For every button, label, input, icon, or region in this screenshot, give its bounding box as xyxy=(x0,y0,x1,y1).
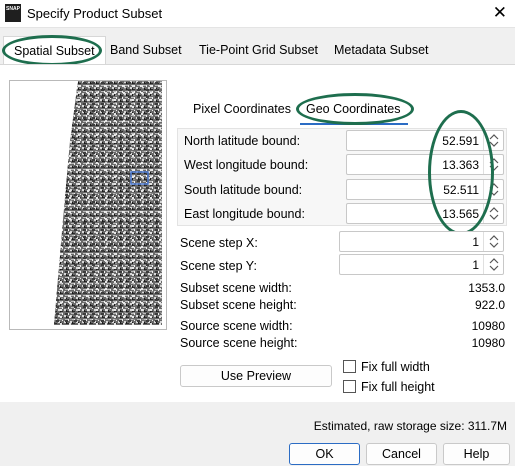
tab-geo-coordinates[interactable]: Geo Coordinates xyxy=(306,102,401,116)
spinner-icon[interactable] xyxy=(483,232,503,251)
east-longitude-field[interactable]: 13.565 xyxy=(346,203,504,224)
subset-height-value: 922.0 xyxy=(474,298,505,312)
spinner-icon[interactable] xyxy=(483,255,503,274)
window-title: Specify Product Subset xyxy=(27,6,163,21)
spinner-icon[interactable] xyxy=(483,131,503,150)
tab-tie-point-grid-subset[interactable]: Tie-Point Grid Subset xyxy=(199,36,318,64)
west-longitude-value: 13.363 xyxy=(442,158,479,172)
fix-full-width-checkbox[interactable] xyxy=(343,360,356,373)
help-button[interactable]: Help xyxy=(443,443,510,465)
west-longitude-field[interactable]: 13.363 xyxy=(346,154,504,175)
scene-step-x-field[interactable]: 1 xyxy=(339,231,504,252)
subset-width-label: Subset scene width: xyxy=(180,281,292,295)
source-width-label: Source scene width: xyxy=(180,319,293,333)
spinner-icon[interactable] xyxy=(483,204,503,223)
tab-band-subset[interactable]: Band Subset xyxy=(110,36,182,64)
source-height-label: Source scene height: xyxy=(180,336,298,350)
east-longitude-value: 13.565 xyxy=(442,207,479,221)
main-tab-bar: Spatial Subset Band Subset Tie-Point Gri… xyxy=(0,36,515,64)
tab-metadata-subset[interactable]: Metadata Subset xyxy=(334,36,429,64)
fix-full-width-label: Fix full width xyxy=(361,360,430,374)
scene-step-y-value: 1 xyxy=(472,258,479,272)
image-preview-panel[interactable] xyxy=(9,80,167,330)
south-latitude-value: 52.511 xyxy=(443,183,479,197)
tab-spatial-subset[interactable]: Spatial Subset xyxy=(3,36,106,64)
source-height-value: 10980 xyxy=(471,336,505,350)
cancel-button[interactable]: Cancel xyxy=(366,443,437,465)
ok-button[interactable]: OK xyxy=(289,443,360,465)
active-subtab-indicator xyxy=(300,123,408,125)
scene-step-x-value: 1 xyxy=(472,235,479,249)
spinner-icon[interactable] xyxy=(483,180,503,199)
subset-width-value: 1353.0 xyxy=(468,281,505,295)
east-longitude-label: East longitude bound: xyxy=(184,207,305,221)
west-longitude-label: West longitude bound: xyxy=(184,158,309,172)
spinner-icon[interactable] xyxy=(483,155,503,174)
north-latitude-field[interactable]: 52.591 xyxy=(346,130,504,151)
scene-step-y-field[interactable]: 1 xyxy=(339,254,504,275)
tab-pixel-coordinates[interactable]: Pixel Coordinates xyxy=(193,102,291,116)
snap-app-icon: SNAP xyxy=(5,4,21,22)
north-latitude-label: North latitude bound: xyxy=(184,134,301,148)
south-latitude-field[interactable]: 52.511 xyxy=(346,179,504,200)
satellite-thumbnail xyxy=(54,81,162,325)
subset-height-label: Subset scene height: xyxy=(180,298,297,312)
use-preview-button[interactable]: Use Preview xyxy=(180,365,332,387)
dialog-footer xyxy=(0,402,515,466)
north-latitude-value: 52.591 xyxy=(442,134,479,148)
close-icon[interactable]: ✕ xyxy=(493,3,507,23)
title-bar: SNAP Specify Product Subset ✕ xyxy=(0,0,515,28)
fix-full-height-label: Fix full height xyxy=(361,380,435,394)
storage-size-text: Estimated, raw storage size: 311.7M xyxy=(313,419,507,433)
scene-step-y-label: Scene step Y: xyxy=(180,259,257,273)
scene-step-x-label: Scene step X: xyxy=(180,236,258,250)
fix-full-height-checkbox[interactable] xyxy=(343,380,356,393)
source-width-value: 10980 xyxy=(471,319,505,333)
south-latitude-label: South latitude bound: xyxy=(184,183,303,197)
